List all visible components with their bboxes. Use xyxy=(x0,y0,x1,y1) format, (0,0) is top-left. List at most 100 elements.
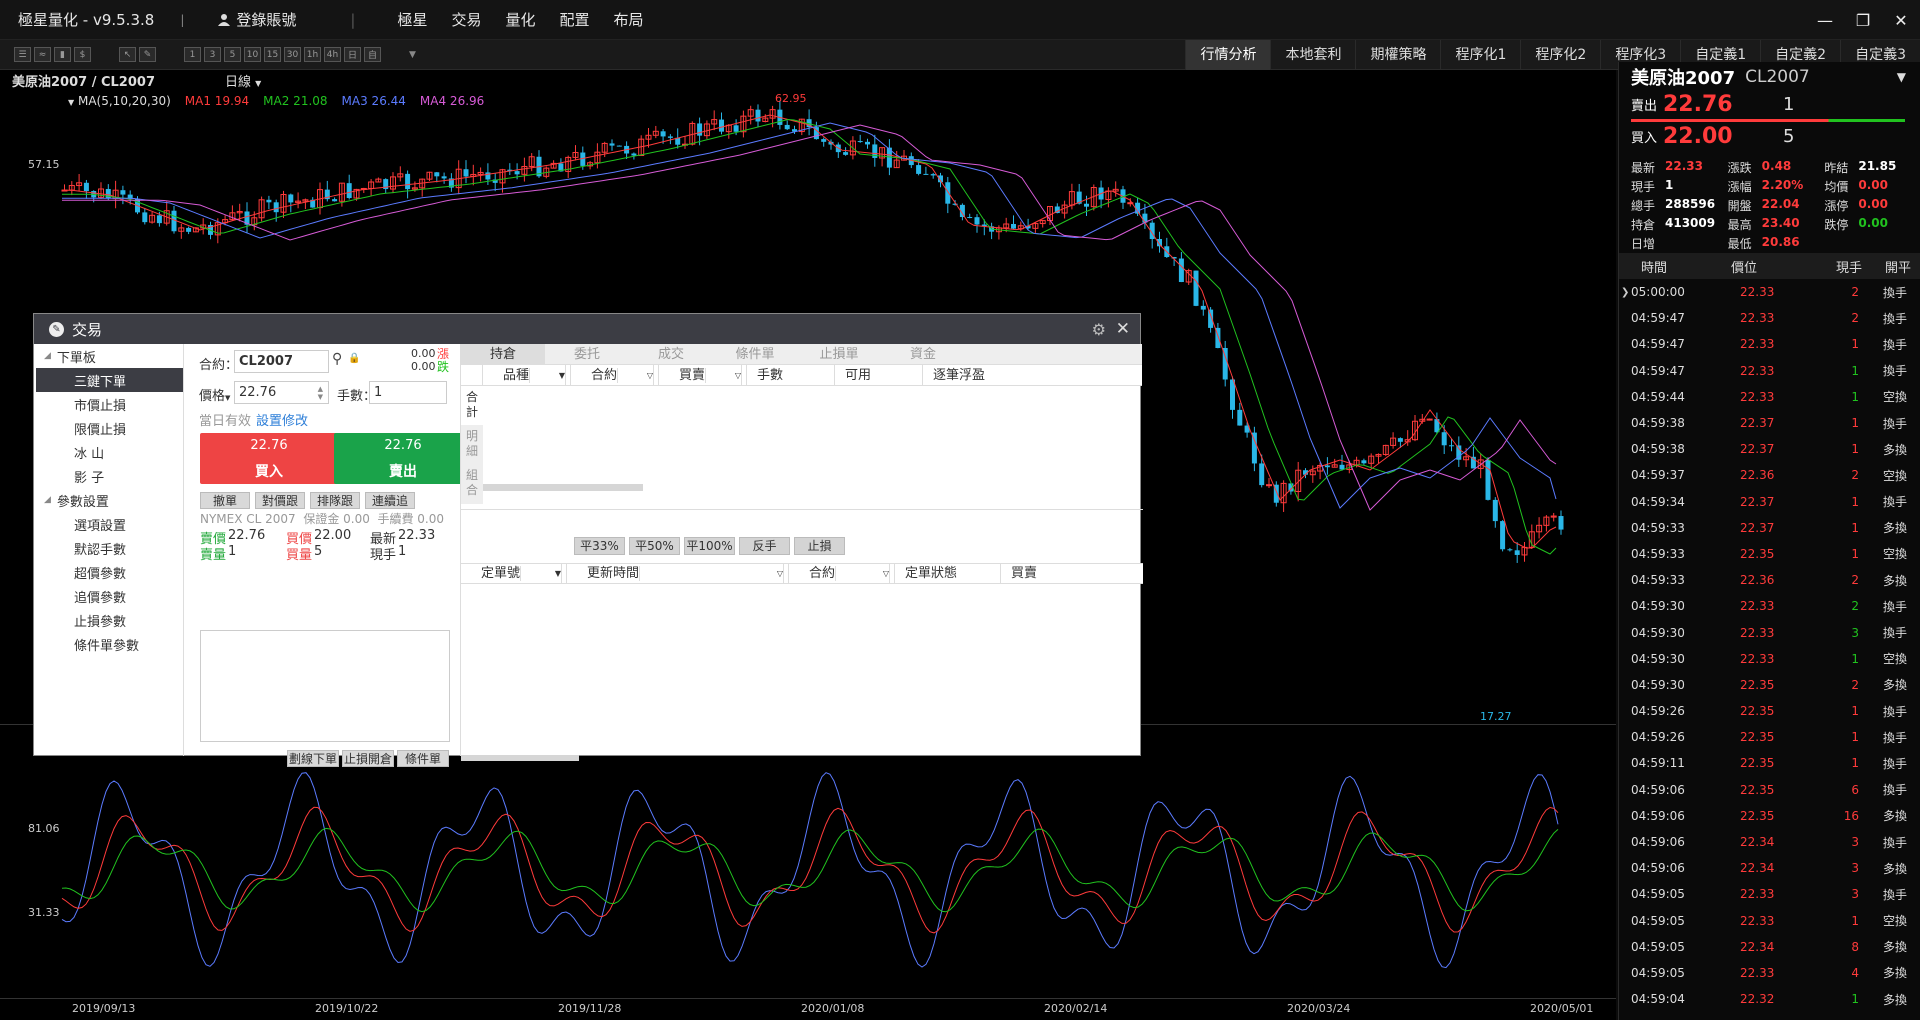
tick-row[interactable]: 04:59:47 22.33 2 換手 xyxy=(1619,305,1920,331)
tick-row[interactable]: 04:59:05 22.33 3 換手 xyxy=(1619,881,1920,907)
condition-order-button[interactable]: 條件單 xyxy=(397,750,449,767)
tree-item[interactable]: 超價參數 xyxy=(34,560,183,584)
tick-row[interactable]: 04:59:30 22.33 1 空換 xyxy=(1619,646,1920,672)
tick-row[interactable]: 04:59:26 22.35 1 換手 xyxy=(1619,698,1920,724)
stop-open-button[interactable]: 止損開倉 xyxy=(342,750,394,767)
horizontal-scrollbar[interactable] xyxy=(483,484,643,491)
expand-icon[interactable]: ◢ xyxy=(44,351,51,361)
period-30-button[interactable]: 30 xyxy=(284,47,301,62)
tick-row[interactable]: 04:59:34 22.37 1 換手 xyxy=(1619,489,1920,515)
line-chart-icon[interactable]: ≈ xyxy=(34,47,51,62)
chevron-down-icon[interactable]: ▼ xyxy=(1897,70,1906,84)
filter-icon[interactable]: ▽ xyxy=(637,364,654,386)
tick-row[interactable]: 04:59:30 22.33 2 換手 xyxy=(1619,593,1920,619)
continuous-chase-button[interactable]: 連續追 xyxy=(365,492,415,509)
tree-item[interactable]: 三鍵下單 xyxy=(36,368,183,392)
tree-item[interactable]: 條件單參數 xyxy=(34,632,183,656)
tick-row[interactable]: 04:59:05 22.33 4 多換 xyxy=(1619,960,1920,986)
close-icon[interactable]: ✕ xyxy=(1882,0,1920,40)
stop-loss-button[interactable]: 止損 xyxy=(794,537,845,555)
filter-icon[interactable]: ▽ xyxy=(725,364,742,386)
tab-funds[interactable]: 資金 xyxy=(881,344,965,364)
stepper-icon[interactable]: ▲ ▼ xyxy=(318,385,323,401)
tab-positions[interactable]: 持倉 xyxy=(461,344,545,364)
tick-row[interactable]: 04:59:33 22.35 1 空換 xyxy=(1619,541,1920,567)
close-50-button[interactable]: 平50% xyxy=(629,537,680,555)
tick-row[interactable]: 04:59:37 22.36 2 空換 xyxy=(1619,462,1920,488)
filter-icon[interactable]: ▽ xyxy=(767,563,784,584)
match-price-button[interactable]: 對價跟 xyxy=(255,492,305,509)
tick-row[interactable]: 04:59:06 22.34 3 換手 xyxy=(1619,829,1920,855)
reverse-button[interactable]: 反手 xyxy=(739,537,790,555)
minimize-icon[interactable]: — xyxy=(1806,0,1844,40)
period-day-button[interactable]: 日 xyxy=(344,47,361,62)
close-100-button[interactable]: 平100% xyxy=(684,537,735,555)
side-tab-total[interactable]: 合計 xyxy=(461,386,483,425)
tree-group[interactable]: ◢ 參數設置 xyxy=(34,488,183,512)
chevron-down-icon[interactable]: ▼ xyxy=(409,50,416,60)
period-1h-button[interactable]: 1h xyxy=(304,47,321,62)
tick-row[interactable]: 04:59:11 22.35 1 換手 xyxy=(1619,750,1920,776)
tick-row[interactable]: 04:59:30 22.35 2 多換 xyxy=(1619,672,1920,698)
tick-row[interactable]: 04:59:05 22.33 1 空換 xyxy=(1619,908,1920,934)
dollar-icon[interactable]: $ xyxy=(74,47,91,62)
contract-input[interactable]: CL2007 xyxy=(234,350,329,373)
tick-row[interactable]: 04:59:30 22.33 3 換手 xyxy=(1619,619,1920,645)
restore-icon[interactable]: ❐ xyxy=(1844,0,1882,40)
tab-program-1[interactable]: 程序化1 xyxy=(1440,40,1520,70)
period-10-button[interactable]: 10 xyxy=(244,47,261,62)
col-order-status[interactable]: 定單狀態 xyxy=(895,563,1001,584)
period-1-button[interactable]: 1 xyxy=(184,47,201,62)
tree-item[interactable]: 默認手數 xyxy=(34,536,183,560)
price-input[interactable]: 22.76 ▲ ▼ xyxy=(234,381,329,404)
col-side[interactable]: 買賣 ▽ xyxy=(659,364,747,386)
menu-item-layout[interactable]: 布局 xyxy=(602,9,656,30)
login-button[interactable]: 登錄賬號 xyxy=(218,9,296,30)
tick-list[interactable]: 05:00:00 22.33 2 換手 ❯ 04:59:47 22.33 2 換手 04:59:4… xyxy=(1619,279,1920,1012)
pen-icon[interactable]: ✎ xyxy=(139,47,156,62)
tick-row[interactable]: 04:59:47 22.33 1 換手 xyxy=(1619,331,1920,357)
period-4h-button[interactable]: 4h xyxy=(324,47,341,62)
horizontal-scrollbar[interactable] xyxy=(461,755,579,761)
tree-item[interactable]: 市價止損 xyxy=(34,392,183,416)
col-order-side[interactable]: 買賣 xyxy=(1001,563,1143,584)
menu-item-jixing[interactable]: 極星 xyxy=(385,9,439,30)
tab-program-2[interactable]: 程序化2 xyxy=(1520,40,1600,70)
tick-row[interactable]: 04:59:33 22.37 1 多換 xyxy=(1619,515,1920,541)
tab-local-arbitrage[interactable]: 本地套利 xyxy=(1270,40,1355,70)
col-available[interactable]: 可用 xyxy=(835,364,923,386)
gear-icon[interactable]: ⚙ xyxy=(1092,320,1106,339)
tick-row[interactable]: 05:00:00 22.33 2 換手 ❯ xyxy=(1619,279,1920,305)
tick-row[interactable]: 04:59:06 22.34 3 多換 xyxy=(1619,855,1920,881)
tab-market-analysis[interactable]: 行情分析 xyxy=(1185,40,1271,70)
col-product[interactable]: 品種 ▼ xyxy=(483,364,571,386)
tree-item[interactable]: 限價止損 xyxy=(34,416,183,440)
sell-button[interactable]: 22.76 賣出 xyxy=(334,433,472,484)
col-floating-pnl[interactable]: 逐筆浮盈 xyxy=(923,365,1053,386)
filter-icon[interactable]: ▼ xyxy=(549,364,566,386)
col-update-time[interactable]: 更新時間 ▽ xyxy=(567,563,789,584)
tab-conditions[interactable]: 條件單 xyxy=(713,344,797,364)
settings-link[interactable]: 設置修改 xyxy=(256,410,308,429)
tick-row[interactable]: 04:59:04 22.32 1 多換 xyxy=(1619,986,1920,1012)
tick-row[interactable]: 04:59:38 22.37 1 多換 xyxy=(1619,436,1920,462)
col-order-id[interactable]: 定單號 ▼ xyxy=(461,563,567,584)
tab-orders[interactable]: 委托 xyxy=(545,344,629,364)
tick-row[interactable]: 04:59:44 22.33 1 空換 xyxy=(1619,384,1920,410)
qty-input[interactable]: 1 xyxy=(369,381,447,404)
tick-row[interactable]: 04:59:26 22.35 1 換手 xyxy=(1619,724,1920,750)
tab-option-strategy[interactable]: 期權策略 xyxy=(1355,40,1440,70)
price-label[interactable]: 價格▼ xyxy=(199,385,230,404)
filter-icon[interactable]: ▽ xyxy=(873,563,890,584)
tick-row[interactable]: 04:59:38 22.37 1 換手 xyxy=(1619,410,1920,436)
queue-follow-button[interactable]: 排隊跟 xyxy=(310,492,360,509)
period-15-button[interactable]: 15 xyxy=(264,47,281,62)
col-order-contract[interactable]: 合約 ▽ xyxy=(789,563,895,584)
filter-icon[interactable]: ▼ xyxy=(545,563,562,584)
period-3-button[interactable]: 3 xyxy=(204,47,221,62)
list-icon[interactable]: ☰ xyxy=(14,47,31,62)
tick-row[interactable]: 04:59:06 22.35 6 換手 xyxy=(1619,777,1920,803)
period-5-button[interactable]: 5 xyxy=(224,47,241,62)
tree-item[interactable]: 止損參數 xyxy=(34,608,183,632)
message-area[interactable] xyxy=(200,630,450,742)
